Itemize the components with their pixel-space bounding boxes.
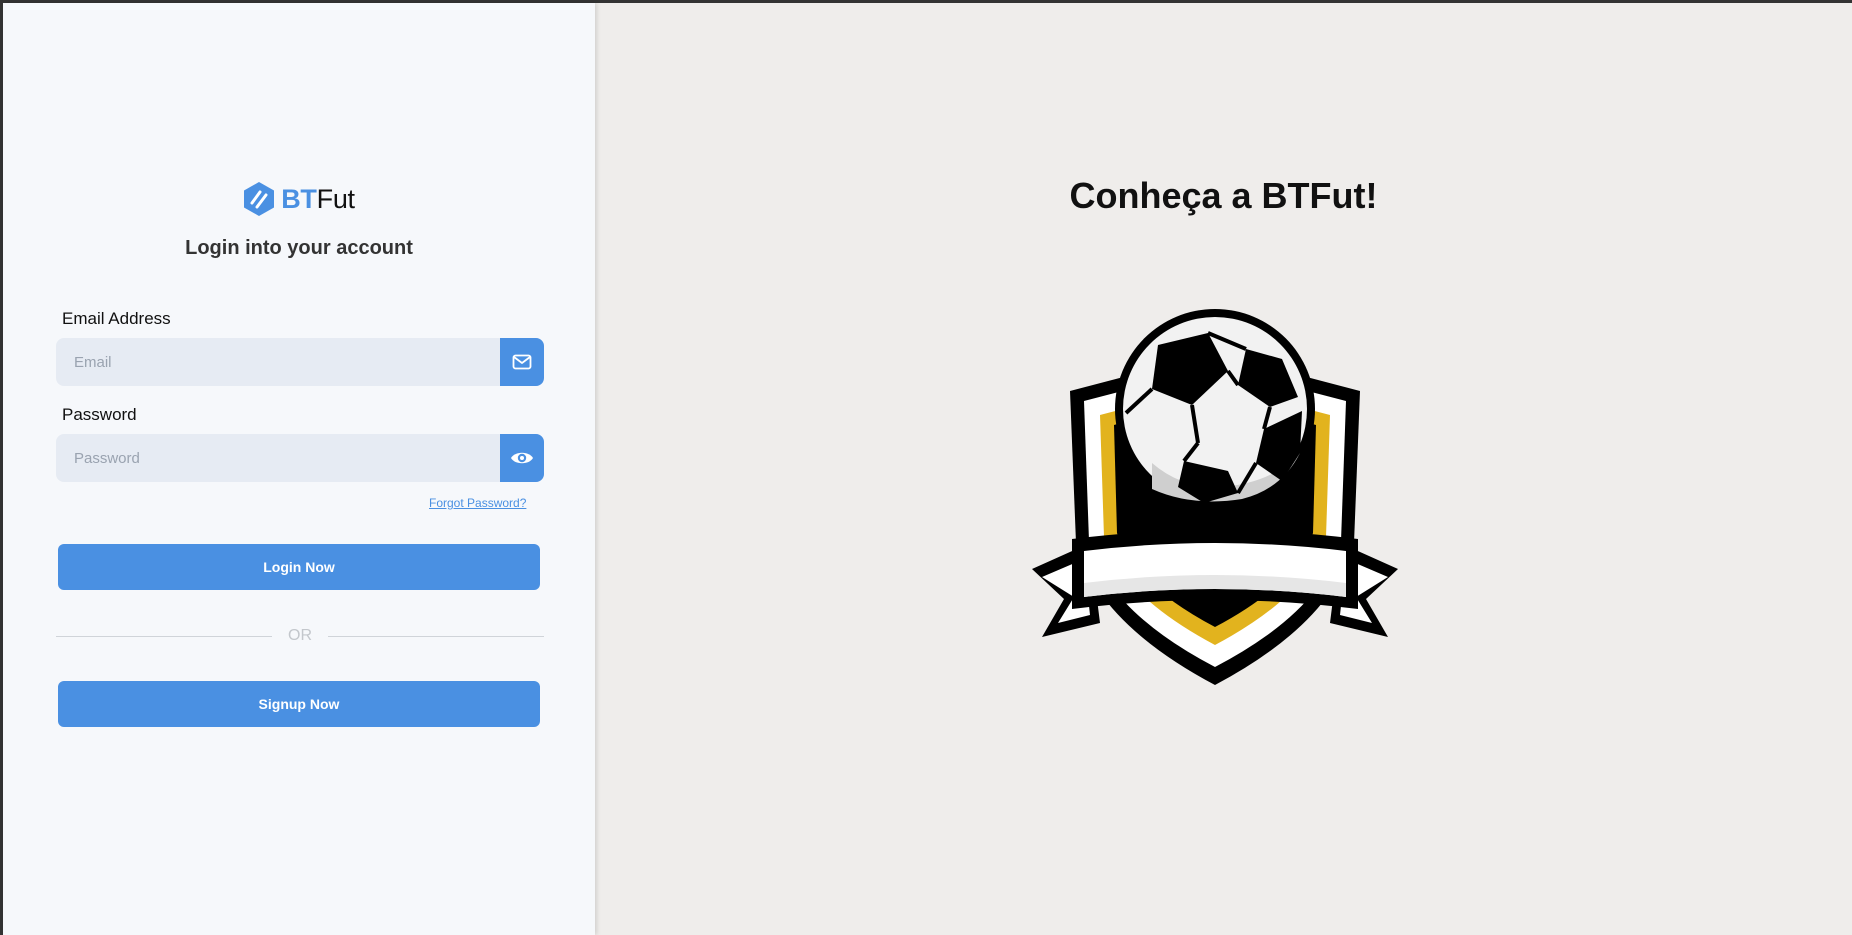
login-button[interactable]: Login Now [58,544,540,590]
or-divider: OR [56,627,544,645]
login-title: Login into your account [185,237,413,259]
divider-line-left [56,635,272,637]
promo-title: Conheça a BTFut! [1069,175,1378,216]
app-frame: BTFut Login into your account Email Addr… [3,3,1852,935]
divider-line-right [328,635,544,637]
brand: BTFut [3,181,595,217]
email-label: Email Address [62,309,171,328]
login-panel: BTFut Login into your account Email Addr… [3,3,595,935]
eye-icon [511,452,533,464]
promo-panel: Conheça a BTFut! [595,3,1852,935]
password-visibility-toggle[interactable] [500,434,544,482]
forgot-password-link[interactable]: Forgot Password? [429,496,526,510]
hexagon-stripes-icon [244,182,275,216]
password-input-group [56,434,544,482]
password-input[interactable] [56,434,500,482]
email-input[interactable] [56,338,500,386]
soccer-crest-icon [1032,309,1398,685]
email-addon [500,338,544,386]
brand-name: BTFut [281,183,355,214]
or-text: OR [288,627,312,644]
signup-button[interactable]: Signup Now [58,681,540,727]
password-label: Password [62,405,137,424]
mail-icon [512,354,532,370]
email-input-group [56,338,544,386]
